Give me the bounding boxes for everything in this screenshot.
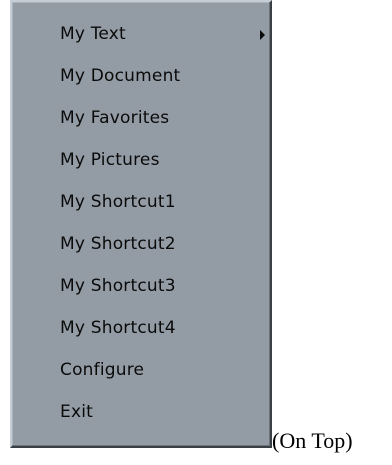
menu-item-label: My Shortcut1 [60, 192, 176, 212]
menu-item-label: Exit [60, 402, 93, 422]
menu-item-label: My Document [60, 66, 181, 86]
menu-item-my-shortcut4[interactable]: My Shortcut4 [60, 310, 260, 346]
menu-item-label: Configure [60, 360, 145, 380]
popup-menu: My Text My Document My Favorites My Pict… [10, 0, 272, 448]
menu-item-configure[interactable]: Configure [60, 352, 260, 388]
menu-item-label: My Shortcut2 [60, 234, 176, 254]
menu-item-label: My Text [60, 24, 126, 44]
caption-on-top: (On Top) [272, 428, 353, 453]
menu-item-my-shortcut1[interactable]: My Shortcut1 [60, 184, 260, 220]
menu-item-my-pictures[interactable]: My Pictures [60, 142, 260, 178]
menu-item-label: My Pictures [60, 150, 160, 170]
menu-item-exit[interactable]: Exit [60, 394, 260, 430]
menu-item-my-document[interactable]: My Document [60, 58, 260, 94]
menu-item-label: My Shortcut4 [60, 318, 176, 338]
menu-item-my-text[interactable]: My Text [60, 16, 260, 52]
menu-item-my-shortcut3[interactable]: My Shortcut3 [60, 268, 260, 304]
menu-item-label: My Shortcut3 [60, 276, 176, 296]
menu-item-my-shortcut2[interactable]: My Shortcut2 [60, 226, 260, 262]
stage: My Text My Document My Favorites My Pict… [0, 0, 392, 465]
submenu-arrow-icon [260, 30, 265, 40]
menu-item-label: My Favorites [60, 108, 170, 128]
menu-item-my-favorites[interactable]: My Favorites [60, 100, 260, 136]
